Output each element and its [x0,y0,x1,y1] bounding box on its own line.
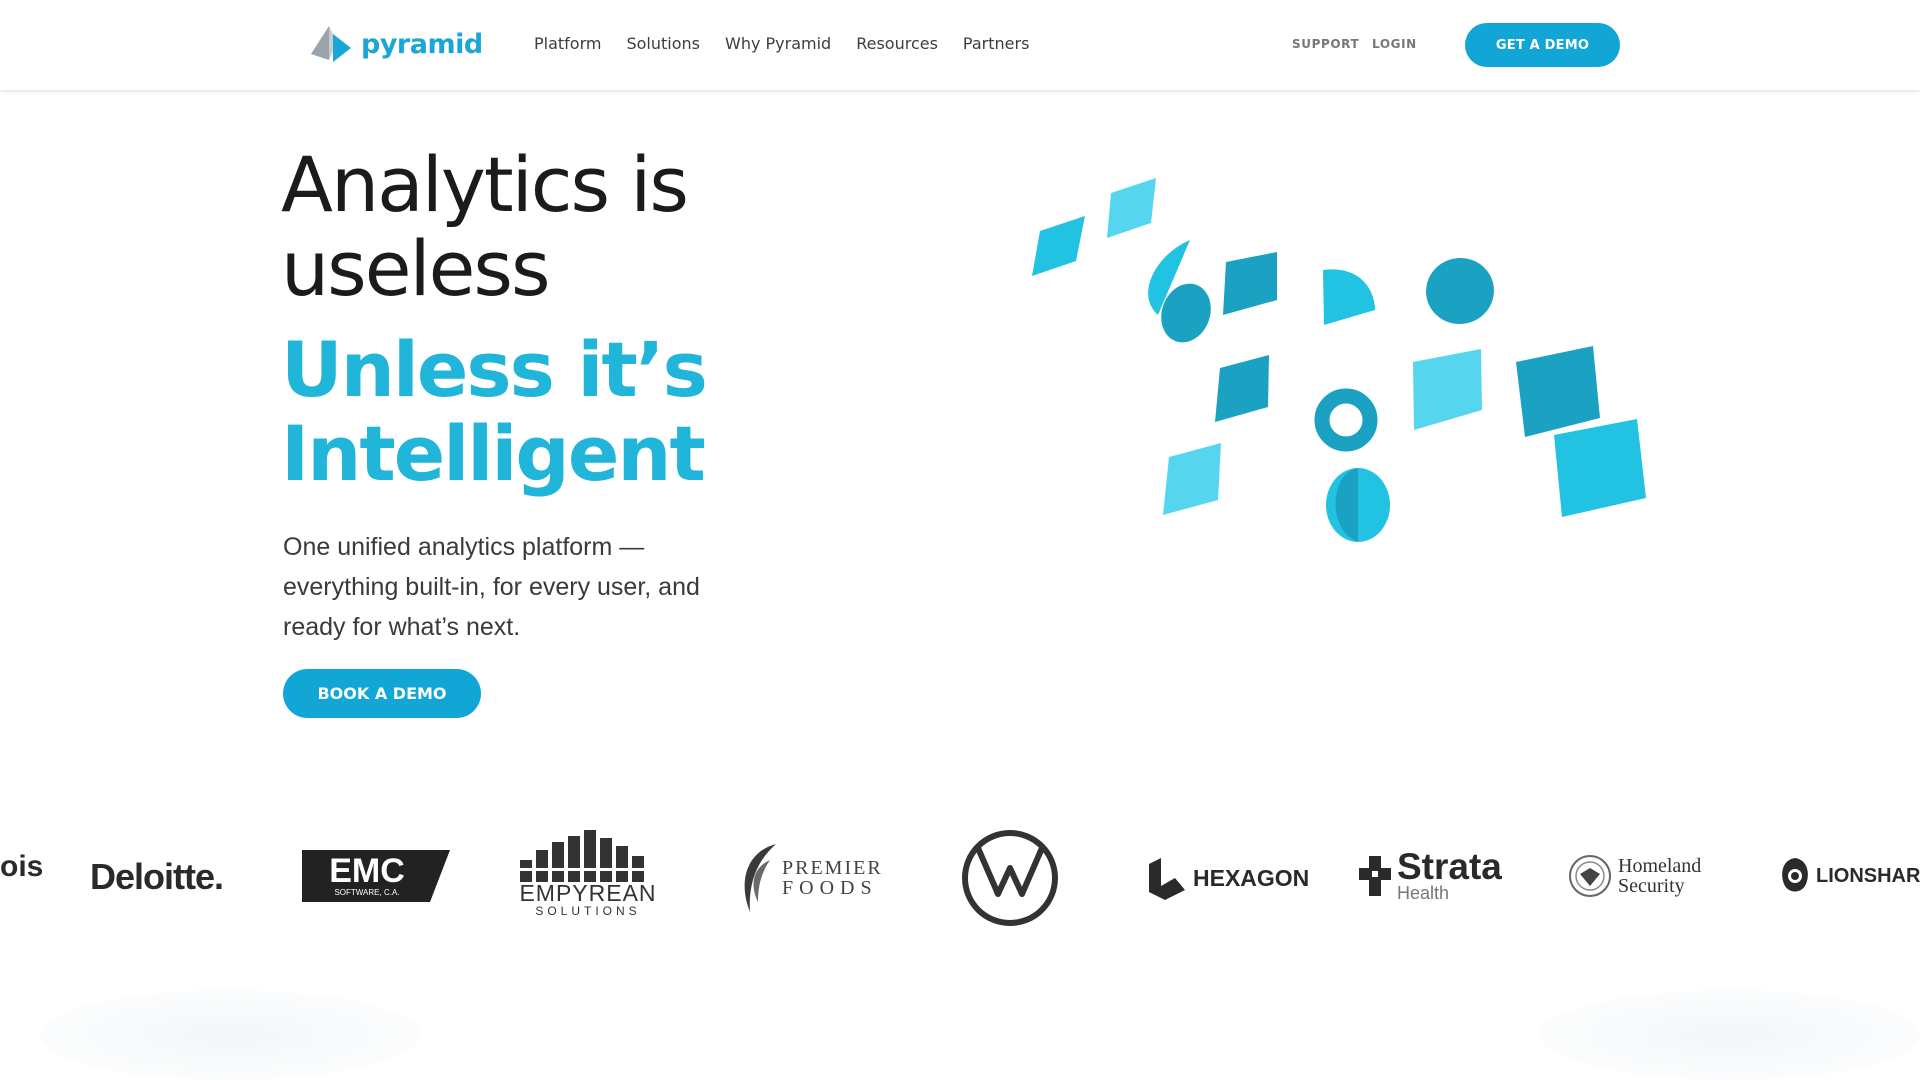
hexagon-mark-icon [1149,858,1185,900]
homeland-bottom-text: Security [1618,875,1685,897]
emc-main-text: EMC [329,852,405,890]
strata-main-text: Strata [1397,846,1502,887]
homeland-top-text: Homeland [1618,855,1702,877]
headline-line-1: Analytics is [281,140,689,229]
logo-lionshare: LIONSHARE [1778,856,1920,896]
shape-tile [1516,346,1600,437]
nav-solutions[interactable]: Solutions [626,34,700,53]
hero-accent-headline: Unless it’s Intelligent [281,325,708,498]
pyramid-logo[interactable]: pyramid [307,24,483,64]
shape-tile [1554,419,1646,517]
accent-line-2: Intelligent [281,409,706,498]
decor-fade-right [1540,990,1920,1080]
lion-head-icon [1782,858,1808,892]
login-link[interactable]: LOGIN [1372,37,1417,51]
logo-strata-health: Strata Health [1357,846,1502,902]
empyrean-sub-text: SOLUTIONS [535,904,641,918]
logo-volkswagen [960,828,1060,928]
hero-headline: Analytics is useless [281,140,689,313]
hero-description: One unified analytics platform — everyth… [283,533,700,641]
logo-deloitte: Deloitte. [90,856,224,897]
pyramid-logo-icon [311,26,351,62]
client-logos: ois Deloitte. EMC SOFTWARE, C.A. EMPYREA… [0,820,1920,940]
shape-tile [1032,216,1085,276]
strata-cross-icon [1359,856,1391,896]
site-header: pyramid Platform Solutions Why Pyramid R… [0,0,1920,90]
empyrean-main-text: EMPYREAN [519,880,657,906]
headline-line-2: useless [281,224,551,313]
nav-platform[interactable]: Platform [534,34,601,53]
shape-half-circle [1323,269,1375,325]
logo-wordmark: pyramid [361,28,483,60]
support-link[interactable]: SUPPORT [1292,37,1359,51]
logo-emc: EMC SOFTWARE, C.A. [302,850,450,902]
shape-tile [1223,252,1277,315]
shape-tile [1107,178,1156,238]
get-a-demo-button[interactable]: GET A DEMO [1465,23,1620,67]
premier-top-text: PREMIER [782,857,883,879]
emc-sub-text: SOFTWARE, C.A. [334,888,400,897]
premier-bottom-text: FOODS [782,877,878,899]
empyrean-bars-icon [518,830,658,882]
nav-why-pyramid[interactable]: Why Pyramid [725,34,831,53]
accent-line-1: Unless it’s [281,325,708,414]
hero-illustration [1032,178,1646,542]
shape-tile [1215,355,1269,422]
dhs-seal-icon [1569,855,1611,897]
logo-empyrean: EMPYREAN SOLUTIONS [517,830,659,918]
logo-partial: ois [0,850,44,883]
wheat-leaf-icon [744,844,776,912]
logo-homeland-security: Homeland Security [1568,854,1701,898]
nav-partners[interactable]: Partners [963,34,1029,53]
book-a-demo-button[interactable]: BOOK A DEMO [283,669,481,718]
shape-ring [1314,388,1378,452]
vw-emblem-icon [962,830,1058,926]
decor-fade-left [40,990,420,1080]
nav-resources[interactable]: Resources [856,34,938,53]
shape-oval [1426,257,1494,325]
logo-premier-foods: PREMIER FOODS [736,842,883,914]
shape-tile [1413,349,1482,430]
shape-tile [1163,443,1221,515]
main-nav: Platform Solutions Why Pyramid Resources… [534,34,1029,53]
logo-hexagon: HEXAGON [1145,856,1309,900]
